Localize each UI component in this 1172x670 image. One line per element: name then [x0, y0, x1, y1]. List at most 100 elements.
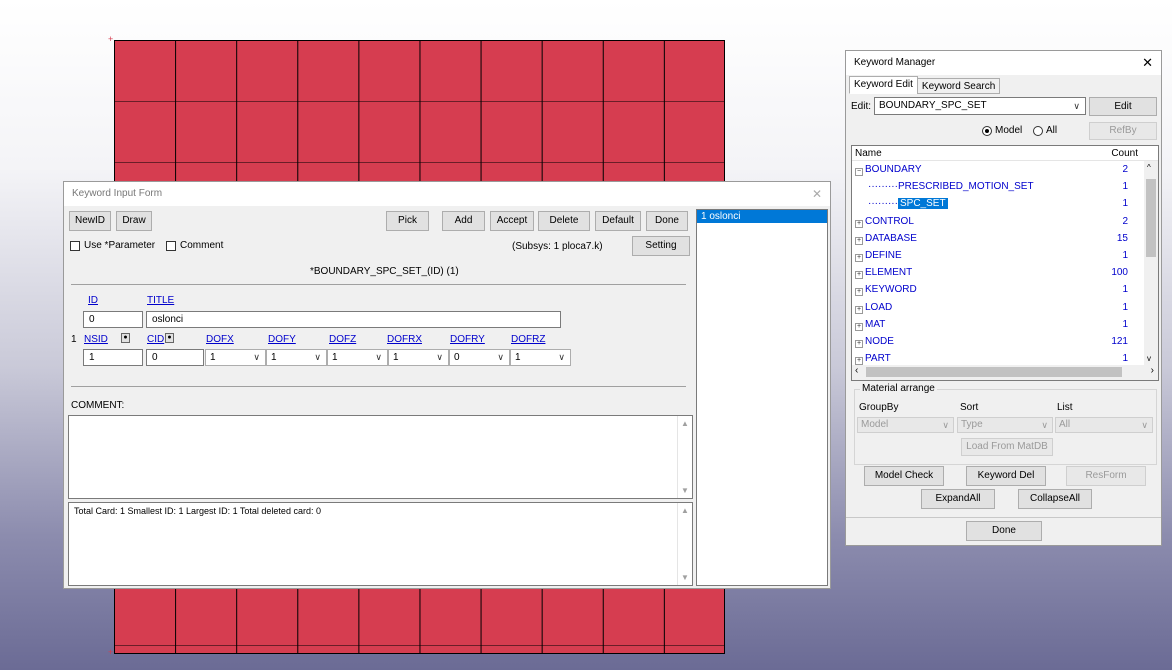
collapse-all-button[interactable]: CollapseAll	[1018, 489, 1092, 509]
scrollbar-thumb[interactable]	[866, 367, 1122, 377]
scrollbar[interactable]: ▲ ▼	[677, 503, 692, 585]
dofrz-select[interactable]: 1 ∨	[510, 349, 571, 366]
tab-keyword-edit[interactable]: Keyword Edit	[849, 76, 918, 94]
keyword-del-button[interactable]: Keyword Del	[966, 466, 1046, 486]
add-button[interactable]: Add	[442, 211, 485, 231]
id-field[interactable]: 0	[83, 311, 143, 328]
setting-button[interactable]: Setting	[632, 236, 690, 256]
expand-icon[interactable]: +	[855, 253, 863, 262]
tree-row-node[interactable]: + NODE 121	[852, 333, 1158, 350]
comment-textarea[interactable]: ▲ ▼	[68, 415, 693, 499]
tree-row-count: 2	[1122, 215, 1128, 227]
sort-select[interactable]: Type ∨	[957, 417, 1053, 433]
list-select[interactable]: All ∨	[1055, 417, 1153, 433]
tree-row-spc-set[interactable]: ········· SPC_SET 1	[852, 195, 1158, 212]
newid-button[interactable]: NewID	[69, 211, 111, 231]
tree-row-prescribed-motion-set[interactable]: ·········PRESCRIBED_MOTION_SET 1	[852, 178, 1158, 195]
dofrx-select[interactable]: 1 ∨	[388, 349, 449, 366]
collapse-icon[interactable]: −	[855, 168, 863, 176]
groupby-label: GroupBy	[859, 402, 899, 413]
expand-icon[interactable]: +	[855, 219, 863, 228]
name-column-header[interactable]: Name	[855, 146, 882, 161]
keyword-manager: Keyword Manager ✕ Keyword Edit Keyword S…	[845, 50, 1162, 546]
tree-row-load[interactable]: + LOAD 1	[852, 299, 1158, 316]
expand-icon[interactable]: +	[855, 357, 863, 366]
expand-icon[interactable]: +	[855, 339, 863, 348]
tree-horizontal-scrollbar[interactable]: ‹ ›	[852, 365, 1158, 380]
expand-icon[interactable]: +	[855, 288, 863, 297]
chevron-right-icon[interactable]: ›	[1151, 365, 1154, 376]
dofz-select[interactable]: 1 ∨	[327, 349, 388, 366]
chevron-up-icon[interactable]: ^	[1147, 163, 1151, 172]
divider	[846, 517, 1161, 518]
tree-row-count: 100	[1111, 267, 1128, 279]
load-from-matdb-button[interactable]: Load From MatDB	[961, 438, 1053, 456]
chevron-left-icon[interactable]: ‹	[855, 365, 858, 376]
tab-keyword-search[interactable]: Keyword Search	[916, 78, 1001, 94]
tree-vertical-scrollbar[interactable]: ^ v	[1144, 161, 1158, 365]
groupby-select[interactable]: Model ∨	[857, 417, 954, 433]
close-icon[interactable]: ✕	[1142, 51, 1153, 75]
default-button[interactable]: Default	[595, 211, 641, 231]
cid-pick-icon[interactable]: ●	[165, 333, 174, 343]
nsid-pick-icon[interactable]: ●	[121, 333, 130, 343]
radio-all[interactable]: All	[1033, 125, 1057, 136]
card-list[interactable]: 1 oslonci	[696, 209, 828, 586]
material-arrange-title: Material arrange	[860, 383, 937, 394]
radio-model[interactable]: Model	[982, 125, 1022, 136]
kif-titlebar: Keyword Input Form ✕	[64, 182, 830, 206]
edit-button[interactable]: Edit	[1089, 97, 1157, 116]
dofy-select[interactable]: 1 ∨	[266, 349, 327, 366]
tree-row-database[interactable]: + DATABASE 15	[852, 230, 1158, 247]
dofry-label[interactable]: DOFRY	[450, 334, 485, 345]
keyword-tree[interactable]: Name Count − BOUNDARY 2 ·········PRESCRIBE…	[851, 145, 1159, 381]
expand-icon[interactable]: +	[855, 305, 863, 314]
model-check-button[interactable]: Model Check	[864, 466, 944, 486]
nsid-label[interactable]: NSID	[84, 334, 108, 345]
pick-button[interactable]: Pick	[386, 211, 429, 231]
cid-field[interactable]: 0	[146, 349, 204, 366]
axis-marker-top: +	[108, 34, 114, 44]
delete-button[interactable]: Delete	[538, 211, 590, 231]
tree-row-define[interactable]: + DEFINE 1	[852, 247, 1158, 264]
dofrz-label[interactable]: DOFRZ	[511, 334, 545, 345]
tree-row-boundary[interactable]: − BOUNDARY 2	[852, 161, 1158, 178]
dofrx-label[interactable]: DOFRX	[387, 334, 422, 345]
chevron-down-icon[interactable]: v	[1147, 354, 1151, 363]
close-icon[interactable]: ✕	[812, 182, 822, 206]
dofx-select[interactable]: 1 ∨	[205, 349, 266, 366]
tree-row-keyword[interactable]: + KEYWORD 1	[852, 281, 1158, 298]
nsid-field[interactable]: 1	[83, 349, 143, 366]
dofry-select[interactable]: 0 ∨	[449, 349, 510, 366]
comment-label: COMMENT:	[71, 400, 125, 411]
status-textarea[interactable]: Total Card: 1 Smallest ID: 1 Largest ID:…	[68, 502, 693, 586]
done-button[interactable]: Done	[646, 211, 688, 231]
scrollbar-thumb[interactable]	[1146, 179, 1156, 257]
title-field[interactable]: oslonci	[146, 311, 561, 328]
scrollbar[interactable]: ▲ ▼	[677, 416, 692, 498]
refby-button[interactable]: RefBy	[1089, 122, 1157, 140]
dofy-label[interactable]: DOFY	[268, 334, 296, 345]
tree-row-mat[interactable]: + MAT 1	[852, 316, 1158, 333]
tree-row-count: 1	[1122, 181, 1128, 193]
id-label[interactable]: ID	[88, 295, 98, 306]
title-label[interactable]: TITLE	[147, 295, 174, 306]
edit-select[interactable]: BOUNDARY_SPC_SET ∨	[874, 97, 1086, 115]
expand-icon[interactable]: +	[855, 236, 863, 245]
count-column-header[interactable]: Count	[1111, 146, 1138, 161]
resform-button[interactable]: ResForm	[1066, 466, 1146, 486]
dofx-label[interactable]: DOFX	[206, 334, 234, 345]
dofz-label[interactable]: DOFZ	[329, 334, 356, 345]
cid-label[interactable]: CID	[147, 334, 164, 345]
draw-button[interactable]: Draw	[116, 211, 152, 231]
expand-icon[interactable]: +	[855, 322, 863, 331]
accept-button[interactable]: Accept	[490, 211, 534, 231]
expand-icon[interactable]: +	[855, 271, 863, 280]
tree-row-element[interactable]: + ELEMENT 100	[852, 264, 1158, 281]
tree-row-control[interactable]: + CONTROL 2	[852, 213, 1158, 230]
expand-all-button[interactable]: ExpandAll	[921, 489, 995, 509]
km-done-button[interactable]: Done	[966, 521, 1042, 541]
comment-checkbox[interactable]: Comment	[166, 240, 223, 251]
use-parameter-checkbox[interactable]: Use *Parameter	[70, 240, 155, 251]
list-item[interactable]: 1 oslonci	[697, 210, 827, 223]
